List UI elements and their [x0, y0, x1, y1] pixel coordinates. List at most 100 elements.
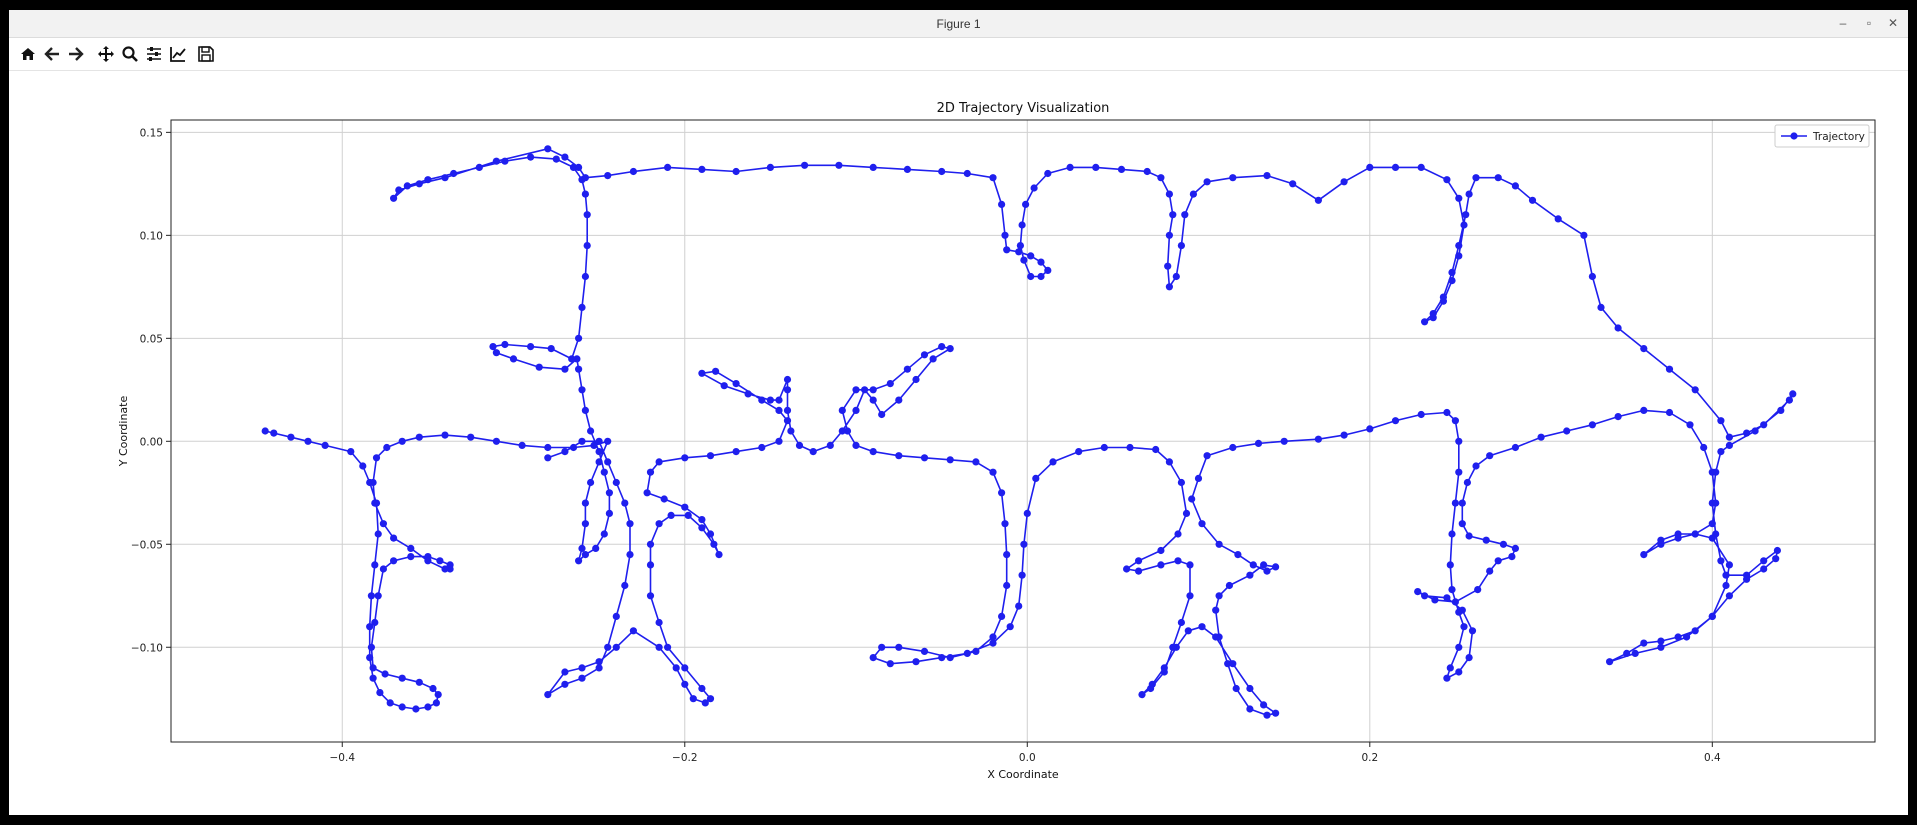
data-point [1020, 540, 1028, 548]
data-point [424, 703, 432, 711]
x-tick-label: −0.2 [672, 752, 698, 764]
data-point [587, 478, 595, 487]
data-point [1657, 540, 1665, 548]
save-button[interactable] [195, 44, 217, 64]
data-point [1455, 643, 1463, 651]
data-point [1152, 445, 1160, 454]
data-point [1194, 474, 1203, 482]
data-point [861, 386, 869, 394]
data-point [1391, 163, 1400, 171]
data-point [1229, 443, 1237, 452]
data-point [989, 633, 997, 641]
close-button[interactable]: ✕ [1883, 14, 1903, 32]
forward-button[interactable] [65, 44, 87, 64]
data-point [912, 375, 920, 384]
pan-button[interactable] [95, 44, 117, 64]
subplots-button[interactable] [143, 44, 165, 64]
data-point [527, 153, 535, 161]
data-point [1260, 701, 1268, 709]
data-point [578, 437, 586, 445]
data-point [1614, 413, 1622, 421]
data-point [369, 478, 377, 487]
data-point [372, 454, 381, 462]
data-point [544, 454, 552, 462]
data-point [1225, 581, 1233, 590]
data-point [1203, 452, 1211, 460]
data-point [1246, 705, 1254, 713]
maximize-button[interactable]: ▫ [1859, 14, 1879, 32]
data-point [809, 448, 817, 456]
data-point [801, 161, 809, 169]
data-point [581, 520, 590, 528]
edit-axes-button[interactable] [167, 44, 189, 64]
forward-icon [69, 47, 84, 61]
data-point [681, 680, 689, 688]
data-point [621, 499, 629, 507]
data-point [886, 660, 894, 668]
data-point [667, 511, 675, 519]
data-point [710, 540, 718, 548]
data-point [1443, 674, 1451, 682]
data-point [604, 437, 612, 445]
data-point [492, 437, 500, 445]
data-point [1691, 627, 1699, 635]
minimize-button[interactable]: – [1833, 14, 1853, 32]
data-point [581, 272, 590, 281]
data-point [1460, 623, 1468, 631]
data-point [775, 396, 783, 404]
data-point [1165, 231, 1173, 239]
data-point [1157, 561, 1165, 569]
y-tick-label: 0.10 [140, 230, 163, 242]
data-point [1460, 221, 1468, 229]
data-point [1446, 561, 1454, 569]
data-point [1186, 561, 1194, 569]
data-point [1417, 163, 1425, 171]
data-point [1314, 196, 1322, 204]
data-point [1022, 200, 1030, 208]
back-button[interactable] [41, 44, 63, 64]
data-point [1177, 242, 1185, 250]
data-point [1494, 174, 1502, 182]
data-point [1439, 293, 1447, 301]
data-point [1462, 211, 1470, 219]
data-point [938, 654, 946, 662]
data-point [689, 695, 697, 703]
zoom-button[interactable] [119, 44, 141, 64]
data-point [595, 448, 603, 456]
data-point [1700, 443, 1708, 452]
data-point [371, 618, 379, 627]
data-point [415, 180, 423, 188]
data-point [1126, 443, 1134, 452]
data-point [758, 443, 766, 452]
y-tick-label: −0.10 [131, 642, 163, 654]
data-point [1448, 586, 1456, 594]
data-point [1037, 258, 1045, 266]
data-point [1177, 478, 1185, 487]
data-point [612, 612, 620, 621]
data-point [1708, 612, 1716, 621]
data-point [1001, 231, 1009, 239]
data-point [376, 689, 384, 697]
data-point [518, 441, 526, 449]
data-point [1443, 408, 1451, 417]
data-point [1777, 406, 1785, 414]
home-button[interactable] [17, 44, 39, 64]
title-bar[interactable]: Figure 1 – ▫ ✕ [9, 10, 1908, 38]
data-point [547, 345, 555, 353]
data-point [1789, 390, 1797, 398]
data-point [1147, 684, 1155, 693]
data-point [1092, 163, 1100, 171]
figure-canvas[interactable]: −0.4 −0.2 0.0 0.2 0.4 −0.10 −0.05 0.00 0.05 0.10 0… [9, 71, 1908, 815]
data-point [407, 553, 415, 561]
data-point [1725, 441, 1733, 449]
data-point [1246, 571, 1254, 579]
data-point [989, 174, 997, 182]
data-point [1640, 345, 1648, 353]
data-point [604, 172, 612, 180]
data-point [672, 664, 680, 672]
data-point [998, 489, 1006, 497]
data-point [775, 437, 783, 445]
data-point [1657, 643, 1665, 651]
data-point [424, 557, 432, 565]
data-point [415, 678, 423, 686]
